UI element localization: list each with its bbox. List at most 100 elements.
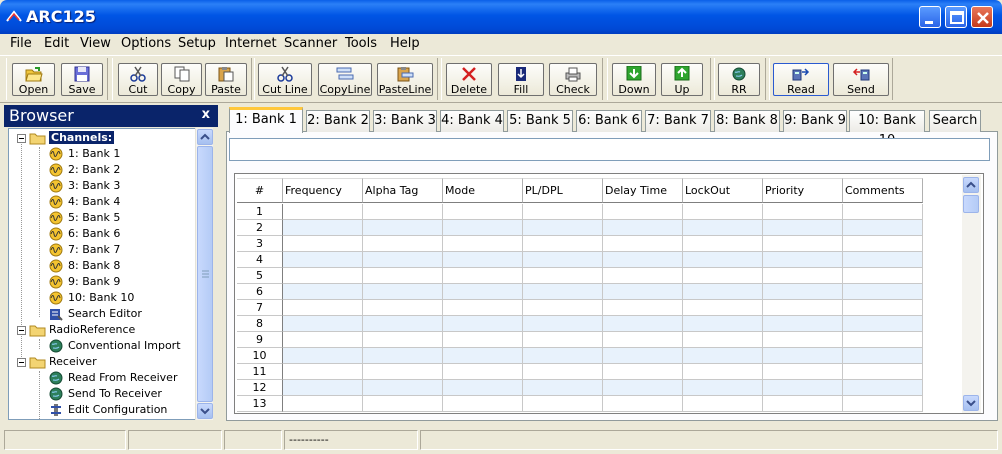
column-header-number[interactable]: # xyxy=(237,178,283,203)
tree-item-bank-4[interactable]: 4: Bank 4 xyxy=(9,194,199,210)
grid-cell[interactable] xyxy=(363,348,443,364)
row-number-cell[interactable]: 9 xyxy=(237,332,283,348)
grid-cell[interactable] xyxy=(763,268,843,284)
grid-cell[interactable] xyxy=(763,348,843,364)
row-number-cell[interactable]: 5 xyxy=(237,268,283,284)
down-button[interactable]: Down xyxy=(612,63,656,96)
tree-item-send-to-receiver[interactable]: Send To Receiver xyxy=(9,386,199,402)
grid-cell[interactable] xyxy=(363,316,443,332)
tree-item-bank-1[interactable]: 1: Bank 1 xyxy=(9,146,199,162)
column-header-pl-dpl[interactable]: PL/DPL xyxy=(523,178,603,203)
row-number-cell[interactable]: 2 xyxy=(237,220,283,236)
grid-cell[interactable] xyxy=(763,396,843,412)
grid-cell[interactable] xyxy=(603,300,683,316)
grid-cell[interactable] xyxy=(843,348,923,364)
grid-cell[interactable] xyxy=(283,316,363,332)
tree-item-edit-configuration[interactable]: Edit Configuration xyxy=(9,402,199,418)
grid-cell[interactable] xyxy=(443,204,523,220)
column-header-mode[interactable]: Mode xyxy=(443,178,523,203)
grid-cell[interactable] xyxy=(603,236,683,252)
delete-button[interactable]: Delete xyxy=(446,63,492,96)
grid-cell[interactable] xyxy=(683,396,763,412)
grid-cell[interactable] xyxy=(443,268,523,284)
title-bar[interactable]: ARC125 xyxy=(0,0,1002,34)
grid-cell[interactable] xyxy=(683,284,763,300)
send-button[interactable]: Send xyxy=(833,63,889,96)
grid-cell[interactable] xyxy=(523,348,603,364)
grid-cell[interactable] xyxy=(843,284,923,300)
grid-scroll-down-button[interactable] xyxy=(963,395,979,411)
open-button[interactable]: Open xyxy=(12,63,55,96)
grid-cell[interactable] xyxy=(683,252,763,268)
channel-grid[interactable]: # Frequency Alpha Tag Mode PL/DPL Delay … xyxy=(234,173,984,414)
grid-cell[interactable] xyxy=(603,284,683,300)
grid-scrollbar[interactable] xyxy=(962,175,981,413)
table-row[interactable]: 11 xyxy=(235,364,923,380)
grid-cell[interactable] xyxy=(443,396,523,412)
grid-cell[interactable] xyxy=(603,332,683,348)
grid-cell[interactable] xyxy=(763,316,843,332)
grid-cell[interactable] xyxy=(683,268,763,284)
grid-cell[interactable] xyxy=(443,300,523,316)
grid-cell[interactable] xyxy=(603,396,683,412)
grid-scroll-up-button[interactable] xyxy=(963,177,979,193)
tab-bank-2[interactable]: 2: Bank 2 xyxy=(306,110,370,132)
scroll-up-button[interactable] xyxy=(197,129,213,145)
grid-cell[interactable] xyxy=(283,332,363,348)
menu-help[interactable]: Help xyxy=(390,36,420,51)
grid-cell[interactable] xyxy=(363,236,443,252)
grid-cell[interactable] xyxy=(523,252,603,268)
tree-item-bank-6[interactable]: 6: Bank 6 xyxy=(9,226,199,242)
collapse-icon[interactable] xyxy=(17,358,26,367)
table-row[interactable]: 2 xyxy=(235,220,923,236)
grid-cell[interactable] xyxy=(443,252,523,268)
row-number-cell[interactable]: 11 xyxy=(237,364,283,380)
grid-cell[interactable] xyxy=(683,236,763,252)
row-number-cell[interactable]: 12 xyxy=(237,380,283,396)
grid-cell[interactable] xyxy=(843,268,923,284)
grid-cell[interactable] xyxy=(363,300,443,316)
grid-cell[interactable] xyxy=(603,220,683,236)
paste-line-button[interactable]: PasteLine xyxy=(377,63,433,96)
grid-cell[interactable] xyxy=(283,252,363,268)
tab-bank-3[interactable]: 3: Bank 3 xyxy=(373,110,437,132)
grid-cell[interactable] xyxy=(603,380,683,396)
tab-bank-1[interactable]: 1: Bank 1 xyxy=(229,107,303,133)
tab-bank-6[interactable]: 6: Bank 6 xyxy=(576,110,642,132)
grid-cell[interactable] xyxy=(443,316,523,332)
grid-cell[interactable] xyxy=(363,396,443,412)
tab-search[interactable]: Search xyxy=(929,110,981,132)
grid-cell[interactable] xyxy=(443,364,523,380)
grid-cell[interactable] xyxy=(763,220,843,236)
menu-view[interactable]: View xyxy=(80,36,111,51)
grid-cell[interactable] xyxy=(443,236,523,252)
grid-cell[interactable] xyxy=(843,332,923,348)
browser-scrollbar[interactable] xyxy=(195,128,213,420)
grid-scroll-thumb[interactable] xyxy=(963,195,979,213)
grid-cell[interactable] xyxy=(283,268,363,284)
grid-cell[interactable] xyxy=(843,380,923,396)
menu-edit[interactable]: Edit xyxy=(44,36,69,51)
save-button[interactable]: Save xyxy=(61,63,103,96)
grid-cell[interactable] xyxy=(683,300,763,316)
tree-item-bank-2[interactable]: 2: Bank 2 xyxy=(9,162,199,178)
grid-cell[interactable] xyxy=(603,316,683,332)
grid-cell[interactable] xyxy=(363,268,443,284)
row-number-cell[interactable]: 10 xyxy=(237,348,283,364)
grid-cell[interactable] xyxy=(603,204,683,220)
row-number-cell[interactable]: 13 xyxy=(237,396,283,412)
menu-options[interactable]: Options xyxy=(121,36,171,51)
scroll-down-button[interactable] xyxy=(197,403,213,419)
panel-splitter[interactable] xyxy=(220,105,224,423)
grid-cell[interactable] xyxy=(443,220,523,236)
cut-button[interactable]: Cut xyxy=(118,63,158,96)
column-header-comments[interactable]: Comments xyxy=(843,178,923,203)
check-button[interactable]: Check xyxy=(549,63,597,96)
minimize-button[interactable] xyxy=(919,6,941,28)
grid-cell[interactable] xyxy=(763,252,843,268)
rr-button[interactable]: RR xyxy=(718,63,760,96)
table-row[interactable]: 12 xyxy=(235,380,923,396)
tab-bank-7[interactable]: 7: Bank 7 xyxy=(645,110,711,132)
tab-bank-10[interactable]: 10: Bank 10 xyxy=(849,110,925,148)
grid-cell[interactable] xyxy=(683,204,763,220)
